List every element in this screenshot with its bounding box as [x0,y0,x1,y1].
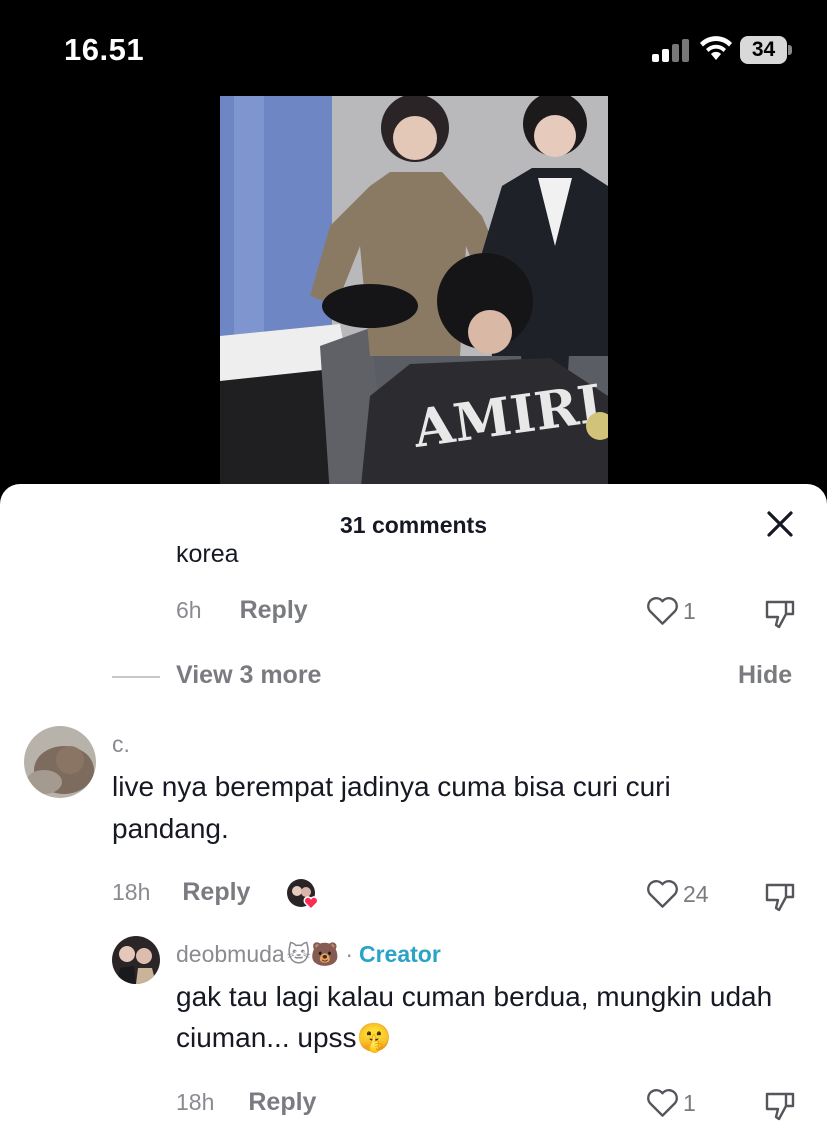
reply-meta: 6h Reply [176,596,308,625]
reply-button[interactable]: Reply [240,596,308,625]
close-icon[interactable] [764,508,796,540]
battery-icon: 34 [740,36,792,64]
reply-button[interactable]: Reply [182,878,250,907]
status-bar: 16.51 34 [0,0,827,96]
thumbs-down-icon[interactable] [764,597,796,629]
reply-text-partial: korea [176,546,239,568]
creator-badge: Creator [359,941,441,967]
like-button[interactable]: 24 [646,879,709,909]
creator-avatar-image [112,936,160,984]
comments-list[interactable]: korea 6h Reply 1 View 3 more Hide c. liv… [0,546,827,1141]
comment-meta: 18h Reply [112,878,250,907]
battery-level: 34 [740,36,787,64]
separator-dot: · [345,941,353,967]
wifi-icon [700,36,732,60]
avatar-image [24,726,96,798]
heart-outline-icon [647,880,678,908]
creator-avatar[interactable] [112,936,160,984]
comments-count-title: 31 comments [339,512,487,538]
like-count: 1 [683,597,696,624]
cellular-signal-icon [652,38,692,62]
creator-liked-badge [286,878,320,912]
like-button[interactable]: 1 [646,1088,696,1118]
reply-username[interactable]: deobmuda [176,941,285,968]
video-frame-image: AMIRI [220,96,608,496]
view-more-replies-button[interactable]: View 3 more [176,661,321,690]
heart-outline-icon [647,1089,678,1117]
comment-time: 18h [112,879,151,905]
comment-username[interactable]: c. [112,731,130,758]
like-count: 24 [683,880,709,907]
heart-outline-icon [647,597,678,625]
reply-time: 18h [176,1089,215,1115]
like-count: 1 [683,1089,696,1116]
reply-time: 6h [176,597,202,623]
video-player[interactable]: AMIRI [220,96,608,496]
reply-button[interactable]: Reply [248,1088,316,1117]
thread-divider [112,676,160,678]
avatar[interactable] [24,726,96,798]
like-button[interactable]: 1 [646,596,696,626]
reply-text: gak tau lagi kalau cuman berdua, mungkin… [176,981,773,1053]
reply-author-line: deobmuda 🐱🐻 · Creator [176,941,441,968]
thumbs-down-icon[interactable] [764,880,796,912]
comment-text: live nya berempat jadinya cuma bisa curi… [112,771,671,844]
hide-replies-button[interactable]: Hide [738,661,792,690]
reply-meta: 18h Reply [176,1088,316,1117]
status-time: 16.51 [64,32,145,67]
username-emojis: 🐱🐻 [286,941,340,967]
video-area: AMIRI [0,96,827,496]
creator-liked-icon [287,879,319,911]
thumbs-down-icon[interactable] [764,1089,796,1121]
comments-sheet: 31 comments korea 6h Reply 1 View 3 more… [0,484,827,1141]
